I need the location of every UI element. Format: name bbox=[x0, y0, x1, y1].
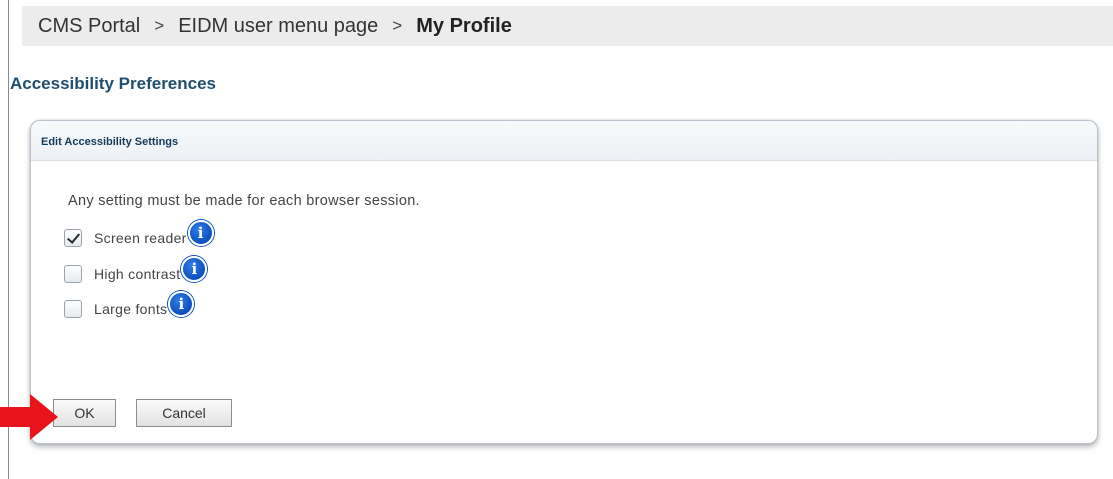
breadcrumb-separator: > bbox=[392, 16, 403, 35]
option-high-contrast: High contrast i bbox=[64, 256, 208, 283]
high-contrast-label: High contrast bbox=[94, 266, 181, 282]
cancel-button[interactable]: Cancel bbox=[136, 399, 232, 427]
panel-title: Edit Accessibility Settings bbox=[31, 121, 1097, 161]
accessibility-settings-panel: Edit Accessibility Settings Any setting … bbox=[30, 120, 1098, 444]
screen-reader-label: Screen reader bbox=[94, 230, 187, 246]
large-fonts-checkbox[interactable] bbox=[64, 300, 82, 318]
breadcrumb-current: My Profile bbox=[416, 14, 512, 37]
right-arrow-icon bbox=[0, 394, 58, 440]
breadcrumb-item-eidm-user-menu[interactable]: EIDM user menu page bbox=[178, 15, 378, 38]
info-icon[interactable]: i bbox=[181, 256, 208, 282]
info-icon[interactable]: i bbox=[187, 220, 214, 246]
high-contrast-checkbox[interactable] bbox=[64, 265, 82, 283]
breadcrumb-item-cms-portal[interactable]: CMS Portal bbox=[38, 15, 140, 38]
ok-button[interactable]: OK bbox=[53, 399, 116, 427]
large-fonts-label: Large fonts bbox=[94, 301, 168, 317]
session-note: Any setting must be made for each browse… bbox=[68, 193, 420, 209]
option-large-fonts: Large fonts i bbox=[64, 291, 195, 318]
breadcrumb-separator: > bbox=[154, 16, 165, 35]
page: CMS Portal > EIDM user menu page > My Pr… bbox=[0, 0, 1113, 479]
info-icon[interactable]: i bbox=[168, 291, 195, 317]
page-title: Accessibility Preferences bbox=[10, 74, 217, 93]
breadcrumb: CMS Portal > EIDM user menu page > My Pr… bbox=[22, 6, 1113, 46]
option-screen-reader: Screen reader i bbox=[64, 220, 214, 247]
screen-reader-checkbox[interactable] bbox=[64, 229, 82, 247]
